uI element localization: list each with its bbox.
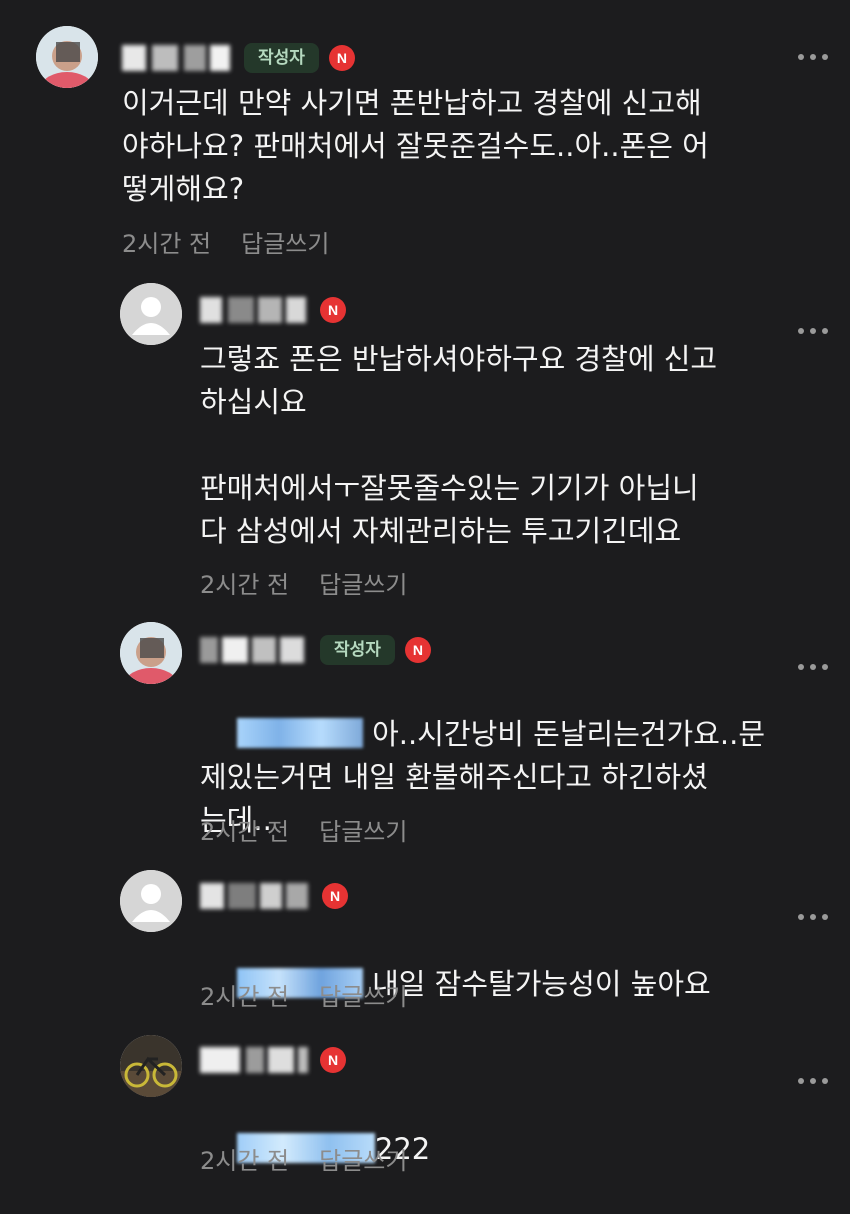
blurred-mention[interactable] xyxy=(236,718,363,748)
comment-meta: 2시간 전 답글쓰기 xyxy=(200,1141,407,1176)
new-badge: N xyxy=(404,637,431,663)
avatar[interactable] xyxy=(120,622,182,684)
reply-button[interactable]: 답글쓰기 xyxy=(241,224,329,259)
author-badge: 작성자 xyxy=(320,635,395,665)
comment-header: 작성자 N xyxy=(200,630,431,670)
comment-time: 2시간 전 xyxy=(122,230,212,258)
blurred-username[interactable] xyxy=(200,883,312,909)
avatar[interactable] xyxy=(36,26,98,88)
comment-meta: 2시간 전 답글쓰기 xyxy=(200,565,407,600)
comment-text: 이거근데 만약 사기면 폰반납하고 경찰에 신고해 야하나요? 판매처에서 잘못… xyxy=(122,86,709,206)
comment-meta: 2시간 전 답글쓰기 xyxy=(200,812,407,847)
comment-header: N xyxy=(200,876,348,916)
new-badge: N xyxy=(322,883,348,909)
new-badge: N xyxy=(320,297,346,323)
comment-time: 2시간 전 xyxy=(200,983,290,1011)
blurred-username[interactable] xyxy=(200,1047,310,1073)
bicycle-photo-icon xyxy=(120,1035,182,1097)
comment-time: 2시간 전 xyxy=(200,818,290,846)
reply-button[interactable]: 답글쓰기 xyxy=(319,812,407,847)
comment-header: N xyxy=(200,1040,346,1080)
blurred-username[interactable] xyxy=(200,637,310,663)
comment-header: N xyxy=(200,290,346,330)
blurred-username[interactable] xyxy=(200,297,310,323)
comment-header: 작성자 N xyxy=(122,38,355,78)
more-options-icon[interactable] xyxy=(798,52,832,62)
comment-time: 2시간 전 xyxy=(200,1147,290,1175)
comment-time: 2시간 전 xyxy=(200,571,290,599)
comment-meta: 2시간 전 답글쓰기 xyxy=(200,977,407,1012)
new-badge: N xyxy=(320,1047,346,1073)
comment-text: 내일 잠수탈가능성이 높아요 xyxy=(362,967,711,1001)
reply-button[interactable]: 답글쓰기 xyxy=(319,565,407,600)
comment-text-block: 아..시간낭비 돈날리는건가요..문 제있는거면 내일 환불해주신다고 하긴하셨… xyxy=(200,670,820,885)
avatar[interactable] xyxy=(120,870,182,932)
reply-button[interactable]: 답글쓰기 xyxy=(319,977,407,1012)
reply-button[interactable]: 답글쓰기 xyxy=(319,1141,407,1176)
blurred-username[interactable] xyxy=(122,45,234,71)
default-avatar-icon xyxy=(120,283,182,345)
author-badge: 작성자 xyxy=(244,43,319,73)
comment-meta: 2시간 전 답글쓰기 xyxy=(122,224,329,259)
new-badge: N xyxy=(328,45,355,71)
profile-photo-icon xyxy=(120,622,182,684)
comment-text: 그렇죠 폰은 반납하셔야하구요 경찰에 신고 하십시요 판매처에서ㅜ잘못줄수있는… xyxy=(200,342,718,548)
default-avatar-icon xyxy=(120,870,182,932)
avatar[interactable] xyxy=(120,1035,182,1097)
profile-photo-icon xyxy=(36,26,98,88)
avatar[interactable] xyxy=(120,283,182,345)
more-options-icon[interactable] xyxy=(798,326,832,336)
